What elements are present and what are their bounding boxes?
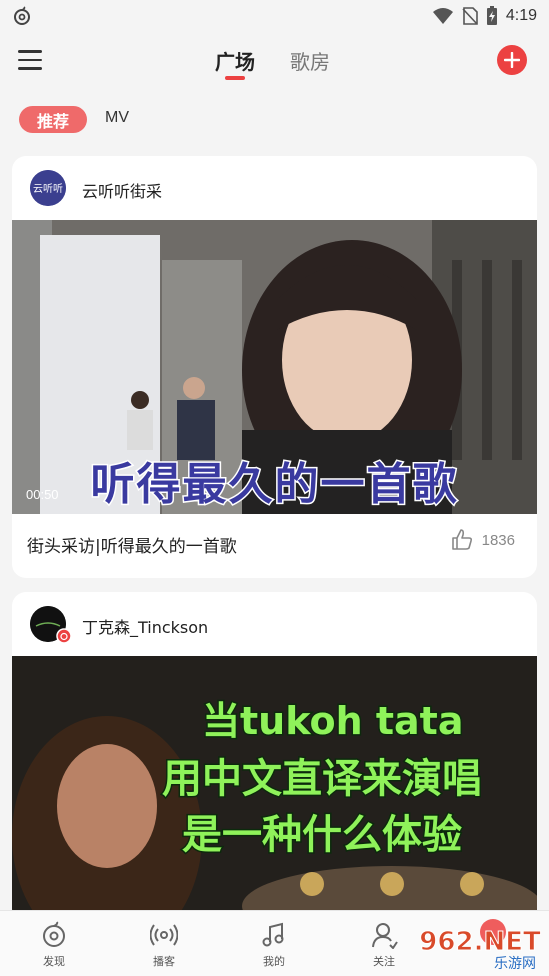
watermark-subtext: 乐游网	[494, 956, 536, 972]
netease-logo-icon	[14, 6, 30, 25]
status-bar: 4:19	[0, 0, 549, 32]
avatar-label: 云听听	[33, 183, 63, 195]
nav-label: 关注	[373, 955, 395, 968]
video-card[interactable]: 云听听 云听听街采 听得最久的一首歌 00:50 街头采访|听得最久的一首歌 1…	[12, 156, 537, 578]
filter-chip-mv[interactable]: MV	[105, 109, 129, 127]
video-thumbnail[interactable]: 当tukoh tata 用中文直译来演唱 是一种什么体验	[12, 656, 537, 922]
watermark-text: 962.NET	[419, 927, 541, 957]
battery-charging-icon	[486, 6, 497, 25]
thumbs-up-icon	[451, 529, 472, 550]
nav-item-follow[interactable]: 关注	[354, 921, 414, 969]
menu-icon[interactable]	[18, 50, 42, 72]
top-nav: 广场 歌房	[0, 32, 549, 90]
verified-badge-icon	[56, 628, 72, 644]
thumbnail-caption: 听得最久的一首歌	[89, 458, 459, 512]
video-title[interactable]: 街头采访|听得最久的一首歌	[27, 532, 237, 557]
thumbnail-caption-line-1: 当tukoh tata	[201, 698, 465, 745]
card-footer: 街头采访|听得最久的一首歌 1836	[12, 514, 537, 578]
plus-icon	[504, 52, 520, 68]
video-duration: 00:50	[26, 487, 59, 502]
status-time: 4:19	[505, 7, 537, 24]
like-button[interactable]: 1836	[450, 528, 515, 552]
user-icon	[372, 923, 398, 949]
active-tab-indicator	[225, 76, 245, 80]
no-sim-icon	[462, 7, 478, 25]
tab-song-room[interactable]: 歌房	[290, 46, 330, 75]
author-name[interactable]: 云听听街采	[82, 178, 162, 202]
card-header: 云听听 云听听街采	[12, 156, 537, 220]
podcast-icon	[150, 924, 178, 946]
nav-item-mine[interactable]: 我的	[244, 921, 304, 969]
card-header: 丁克森_Tinckson	[12, 592, 537, 656]
add-button[interactable]	[497, 45, 527, 75]
watermark: 962.NET 乐游网	[415, 916, 545, 972]
video-thumbnail[interactable]: 听得最久的一首歌 00:50	[12, 220, 537, 514]
status-icons: 4:19	[432, 5, 537, 27]
nav-label: 播客	[153, 955, 175, 968]
discover-icon	[43, 921, 65, 947]
thumbnail-caption-line-3: 是一种什么体验	[181, 811, 464, 860]
like-count: 1836	[481, 531, 515, 549]
filter-chip-recommend[interactable]: 推荐	[19, 106, 87, 133]
avatar[interactable]: 云听听	[30, 170, 66, 206]
music-note-icon	[262, 922, 284, 947]
wifi-icon	[432, 8, 453, 24]
thumbnail-caption-line-2: 用中文直译来演唱	[161, 755, 484, 804]
nav-item-discover[interactable]: 发现	[24, 921, 84, 969]
nav-label: 发现	[43, 955, 65, 968]
author-name[interactable]: 丁克森_Tinckson	[82, 614, 208, 638]
nav-item-podcast[interactable]: 播客	[134, 921, 194, 969]
video-card[interactable]: 丁克森_Tinckson 当tukoh tata 用中文直译来演唱 是一种什么体…	[12, 592, 537, 922]
tab-square[interactable]: 广场	[215, 46, 255, 75]
nav-label: 我的	[263, 955, 285, 968]
